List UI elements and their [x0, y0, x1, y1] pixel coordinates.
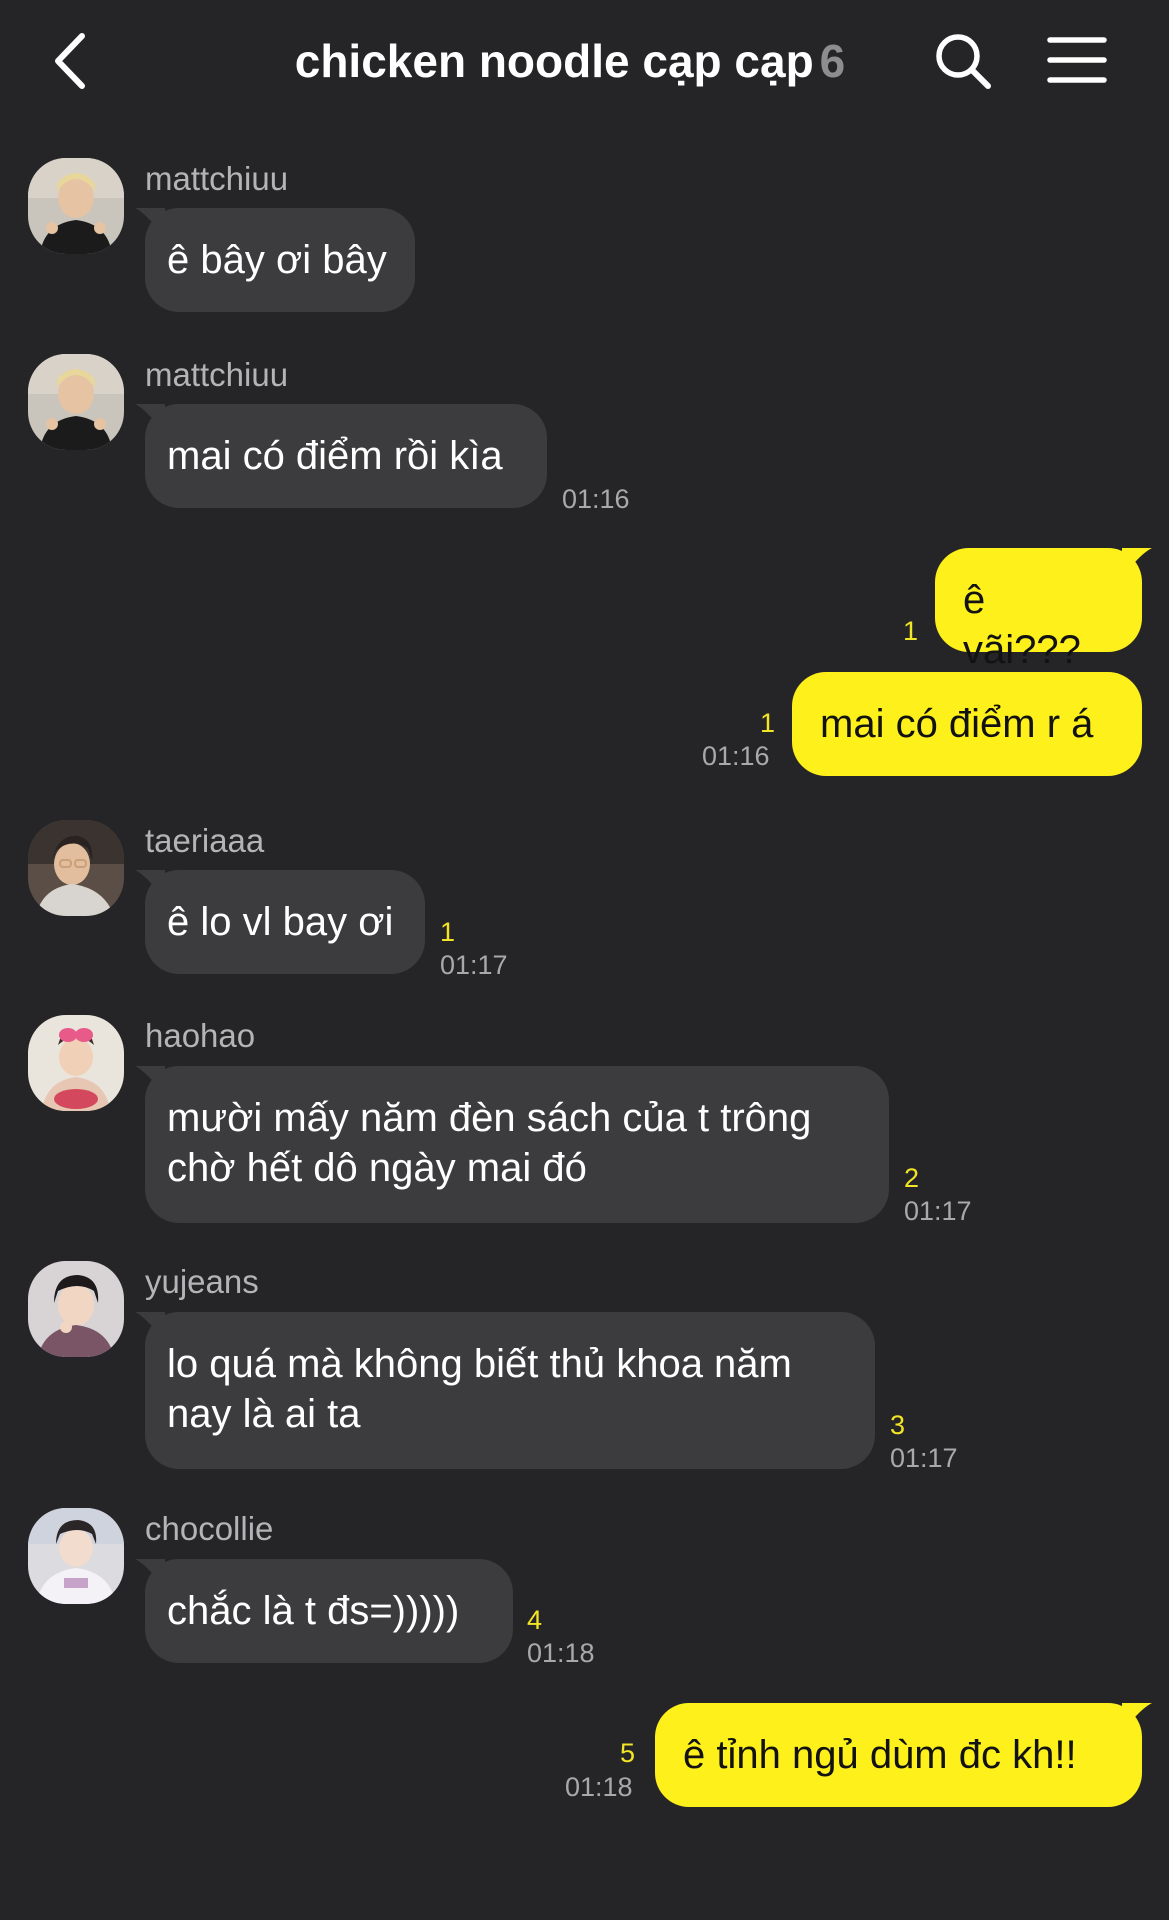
- search-icon: [936, 34, 991, 89]
- message-text: ê bây ơi bây: [167, 238, 387, 282]
- menu-button[interactable]: [1044, 30, 1110, 90]
- chat-name: chicken noodle cạp cạp: [294, 35, 814, 87]
- message-timestamp: 01:17: [904, 1196, 972, 1226]
- message-text: mai có điểm r á: [820, 702, 1094, 746]
- bubble-tail: [135, 1312, 165, 1342]
- unread-count: 1: [903, 616, 919, 646]
- bubble-tail: [135, 870, 165, 900]
- bubble-tail: [1122, 1703, 1152, 1733]
- unread-count: 4: [527, 1605, 543, 1635]
- avatar-taeriaaa[interactable]: [28, 820, 124, 916]
- message-text: ê vãi???: [963, 578, 1081, 672]
- bubble-tail: [135, 404, 165, 434]
- message-timestamp: 01:17: [440, 950, 508, 980]
- message-bubble[interactable]: chắc là t đs=))))): [135, 1559, 513, 1663]
- chat-title: chicken noodle cạp cạp 6: [230, 30, 910, 92]
- message-text: mười mấy năm đèn sách của t trông chờ hế…: [167, 1096, 812, 1190]
- member-count: 6: [819, 35, 846, 87]
- message-bubble[interactable]: ê vãi???: [935, 548, 1152, 672]
- message-bubble[interactable]: ê lo vl bay ơi: [135, 870, 425, 974]
- unread-count: 1: [440, 917, 456, 947]
- sender-name: haohao: [145, 1017, 256, 1054]
- chat-header: chicken noodle cạp cạp 6: [0, 0, 1169, 128]
- message-bubble[interactable]: mai có điểm rồi kìa: [135, 404, 547, 508]
- unread-count: 1: [760, 708, 776, 738]
- message-bubble[interactable]: lo quá mà không biết thủ khoa năm nay là…: [135, 1312, 875, 1469]
- back-button[interactable]: [44, 28, 100, 94]
- message-timestamp: 01:18: [565, 1772, 633, 1802]
- avatar-haohao[interactable]: [28, 1015, 124, 1111]
- avatar-mattchiuu[interactable]: [28, 354, 124, 450]
- message-bubble[interactable]: ê tỉnh ngủ dùm đc kh!!: [655, 1703, 1152, 1807]
- search-button[interactable]: [932, 30, 994, 92]
- bubble-tail: [135, 1559, 165, 1589]
- unread-count: 2: [904, 1163, 920, 1193]
- sender-name: mattchiuu: [145, 356, 289, 393]
- sender-name: mattchiuu: [145, 160, 289, 197]
- sender-name: taeriaaa: [145, 822, 265, 859]
- message-text: mai có điểm rồi kìa: [167, 434, 503, 478]
- message-text: chắc là t đs=))))): [167, 1589, 460, 1633]
- bubble-tail: [135, 208, 165, 238]
- message-text: lo quá mà không biết thủ khoa năm nay là…: [167, 1342, 792, 1436]
- sender-name: chocollie: [145, 1510, 274, 1547]
- message-bubble[interactable]: mười mấy năm đèn sách của t trông chờ hế…: [135, 1066, 889, 1223]
- message-timestamp: 01:16: [702, 741, 770, 771]
- avatar-mattchiuu[interactable]: [28, 158, 124, 254]
- message-text: ê lo vl bay ơi: [167, 900, 394, 944]
- unread-count: 5: [620, 1738, 636, 1768]
- message-timestamp: 01:16: [562, 484, 630, 514]
- message-bubble[interactable]: mai có điểm r á: [792, 672, 1142, 776]
- hamburger-menu-icon: [1047, 37, 1107, 83]
- avatar-chocollie[interactable]: [28, 1508, 124, 1604]
- message-timestamp: 01:17: [890, 1443, 958, 1473]
- message-text: ê tỉnh ngủ dùm đc kh!!: [683, 1733, 1077, 1777]
- message-bubble[interactable]: ê bây ơi bây: [135, 208, 415, 312]
- sender-name: yujeans: [145, 1263, 259, 1300]
- avatar-yujeans[interactable]: [28, 1261, 124, 1357]
- bubble-tail: [135, 1066, 165, 1096]
- message-timestamp: 01:18: [527, 1638, 595, 1668]
- unread-count: 3: [890, 1410, 906, 1440]
- chevron-left-icon: [55, 33, 85, 89]
- bubble-tail: [1122, 548, 1152, 578]
